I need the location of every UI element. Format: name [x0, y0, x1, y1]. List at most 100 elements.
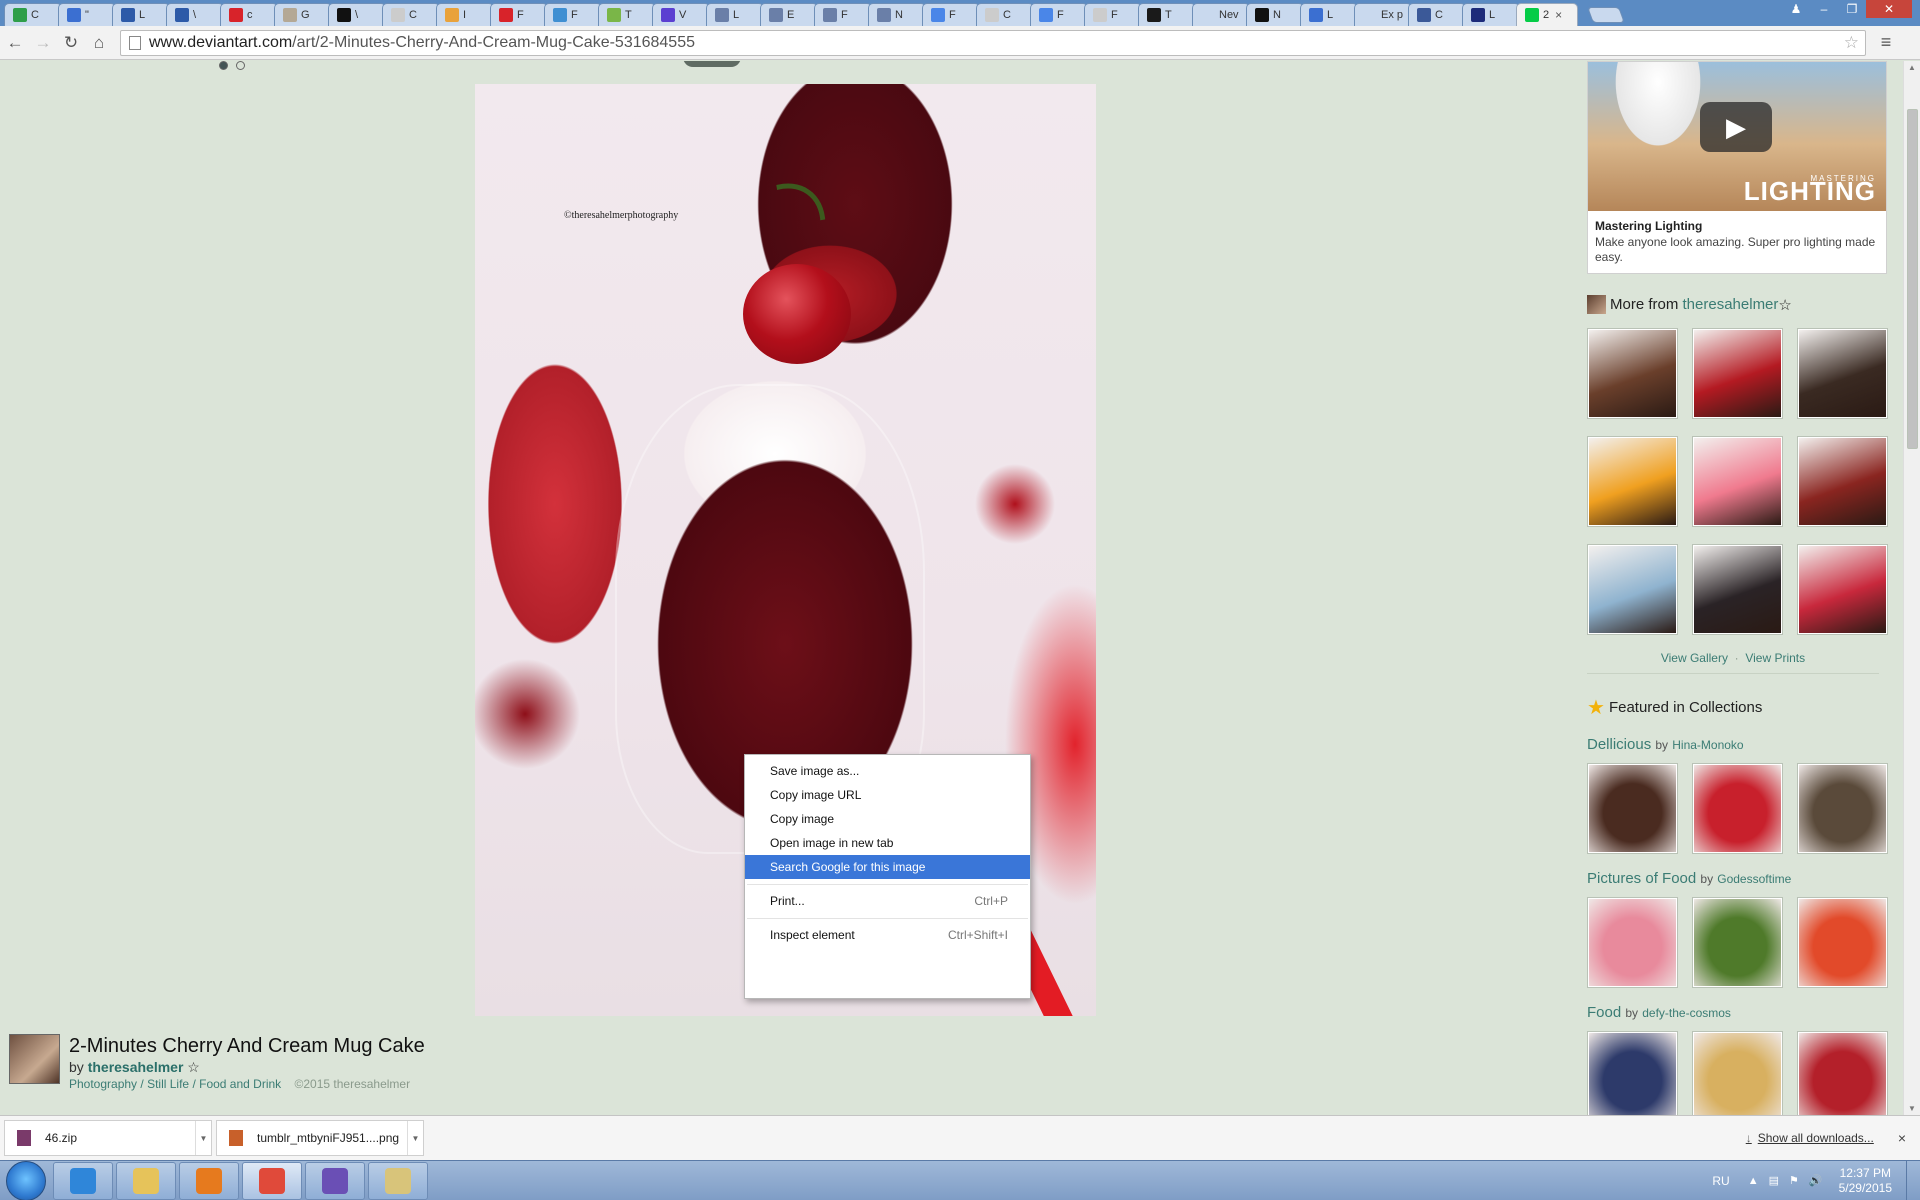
video-ad[interactable]: ▶ MASTERING LIGHTING Mastering Lighting … — [1587, 61, 1887, 274]
start-button[interactable] — [6, 1160, 46, 1200]
collection-name-link[interactable]: Dellicious — [1587, 736, 1651, 753]
tray-arrow-icon[interactable]: ▲ — [1748, 1175, 1759, 1187]
browser-tab[interactable]: F — [1084, 3, 1142, 26]
gallery-thumbnail[interactable] — [1587, 544, 1678, 635]
browser-tab[interactable]: L — [1462, 3, 1520, 26]
view-gallery-link[interactable]: View Gallery — [1661, 651, 1728, 665]
ad-title[interactable]: Mastering Lighting — [1588, 211, 1886, 233]
browser-tab[interactable]: I — [436, 3, 494, 26]
category-photography[interactable]: Photography — [69, 1077, 137, 1091]
gallery-thumbnail[interactable] — [1692, 544, 1783, 635]
taskbar-app-file-explorer[interactable] — [116, 1161, 176, 1200]
browser-tab[interactable]: 2 × — [1516, 3, 1578, 26]
scrollbar-thumb[interactable] — [1907, 109, 1918, 449]
browser-tab[interactable]: " — [58, 3, 116, 26]
volume-icon[interactable]: 🔊 — [1809, 1174, 1823, 1187]
language-indicator[interactable]: RU — [1712, 1174, 1729, 1188]
gallery-thumbnail[interactable] — [1587, 328, 1678, 419]
scroll-down-arrow-icon[interactable]: ▼ — [1908, 1104, 1916, 1113]
home-icon[interactable]: ⌂ — [86, 30, 112, 56]
taskbar-app-media-player[interactable] — [179, 1161, 239, 1200]
browser-tab[interactable]: C — [4, 3, 62, 26]
browser-tab[interactable]: F — [922, 3, 980, 26]
browser-tab[interactable]: N — [1246, 3, 1304, 26]
collection-owner-link[interactable]: Hina-Monoko — [1672, 738, 1743, 752]
tab-close-icon[interactable]: × — [1555, 8, 1562, 22]
taskbar-app-paint[interactable] — [368, 1161, 428, 1200]
category-food-and-drink[interactable]: Food and Drink — [199, 1077, 281, 1091]
collection-owner-link[interactable]: defy-the-cosmos — [1642, 1006, 1731, 1020]
browser-tab[interactable]: Ex p — [1354, 3, 1412, 26]
browser-tab[interactable]: \ — [328, 3, 386, 26]
taskbar-app-chrome[interactable] — [242, 1161, 302, 1200]
browser-tab[interactable]: E — [760, 3, 818, 26]
carousel-dot[interactable] — [236, 61, 245, 70]
reload-icon[interactable]: ↻ — [58, 30, 84, 56]
collection-thumbnail[interactable] — [1587, 763, 1678, 854]
browser-tab[interactable]: C — [1408, 3, 1466, 26]
browser-tab[interactable]: c — [220, 3, 278, 26]
carousel-dot[interactable] — [219, 61, 228, 70]
address-bar[interactable]: www.deviantart.com/art/2-Minutes-Cherry-… — [120, 29, 1866, 56]
download-item[interactable]: 46.zip ▼ — [4, 1120, 212, 1156]
browser-tab[interactable]: \ — [166, 3, 224, 26]
view-prints-link[interactable]: View Prints — [1745, 651, 1805, 665]
close-shelf-icon[interactable]: × — [1898, 1130, 1906, 1146]
browser-tab[interactable]: L — [706, 3, 764, 26]
collection-owner-link[interactable]: Godessoftime — [1717, 872, 1791, 886]
collection-thumbnail[interactable] — [1587, 897, 1678, 988]
slideshow-pill[interactable] — [683, 61, 741, 67]
browser-tab[interactable]: F — [814, 3, 872, 26]
taskbar-app-php-storm[interactable] — [305, 1161, 365, 1200]
browser-tab[interactable]: F — [490, 3, 548, 26]
gallery-thumbnail[interactable] — [1692, 328, 1783, 419]
download-item[interactable]: tumblr_mtbyniFJ951....png ▼ — [216, 1120, 424, 1156]
browser-tab[interactable]: L — [1300, 3, 1358, 26]
context-menu-item[interactable]: Copy image URL — [745, 783, 1030, 807]
category-still-life[interactable]: Still Life — [147, 1077, 189, 1091]
gallery-thumbnail[interactable] — [1692, 436, 1783, 527]
browser-tab[interactable]: C — [382, 3, 440, 26]
forward-arrow-icon[interactable]: → — [30, 30, 56, 56]
browser-tab[interactable]: T — [1138, 3, 1196, 26]
watch-star-icon[interactable]: ☆ — [187, 1059, 200, 1075]
collection-name-link[interactable]: Food — [1587, 1004, 1621, 1021]
watch-star-icon[interactable]: ☆ — [1778, 296, 1791, 314]
chrome-menu-icon[interactable]: ≡ — [1874, 32, 1898, 53]
download-menu-chevron-icon[interactable]: ▼ — [195, 1121, 211, 1155]
gallery-thumbnail[interactable] — [1797, 328, 1888, 419]
artwork-thumbnail[interactable] — [9, 1034, 60, 1084]
context-menu-item[interactable]: Print... Ctrl+P — [745, 889, 1030, 913]
play-icon[interactable]: ▶ — [1700, 102, 1772, 152]
context-menu-item[interactable]: Open image in new tab — [745, 831, 1030, 855]
page-scrollbar[interactable]: ▲ ▼ — [1903, 61, 1920, 1115]
collection-name-link[interactable]: Pictures of Food — [1587, 870, 1696, 887]
context-menu-item[interactable]: Save image as... — [745, 759, 1030, 783]
gallery-thumbnail[interactable] — [1797, 436, 1888, 527]
browser-tab[interactable]: N — [868, 3, 926, 26]
collection-thumbnail[interactable] — [1692, 763, 1783, 854]
collection-thumbnail[interactable] — [1797, 897, 1888, 988]
download-menu-chevron-icon[interactable]: ▼ — [407, 1121, 423, 1155]
context-menu-item[interactable]: Inspect element Ctrl+Shift+I — [745, 923, 1030, 947]
browser-tab[interactable]: F — [1030, 3, 1088, 26]
user-icon[interactable]: ♟ — [1782, 0, 1810, 18]
gallery-thumbnail[interactable] — [1797, 544, 1888, 635]
browser-tab[interactable]: T — [598, 3, 656, 26]
scroll-up-arrow-icon[interactable]: ▲ — [1908, 63, 1916, 72]
collection-thumbnail[interactable] — [1797, 1031, 1888, 1115]
flag-icon[interactable]: ⚑ — [1789, 1174, 1799, 1187]
close-window-icon[interactable]: ✕ — [1866, 0, 1912, 18]
collection-thumbnail[interactable] — [1797, 763, 1888, 854]
ad-video-thumbnail[interactable]: ▶ MASTERING LIGHTING — [1588, 62, 1886, 211]
collection-thumbnail[interactable] — [1692, 897, 1783, 988]
author-link[interactable]: theresahelmer — [88, 1059, 184, 1075]
network-icon[interactable]: ▤ — [1769, 1174, 1779, 1187]
show-all-downloads-link[interactable]: Show all downloads... — [1758, 1131, 1874, 1145]
minimize-icon[interactable]: – — [1810, 0, 1838, 18]
browser-tab[interactable]: V — [652, 3, 710, 26]
browser-tab[interactable]: F — [544, 3, 602, 26]
maximize-icon[interactable]: ❐ — [1838, 0, 1866, 18]
show-desktop-button[interactable] — [1906, 1160, 1920, 1200]
gallery-thumbnail[interactable] — [1587, 436, 1678, 527]
